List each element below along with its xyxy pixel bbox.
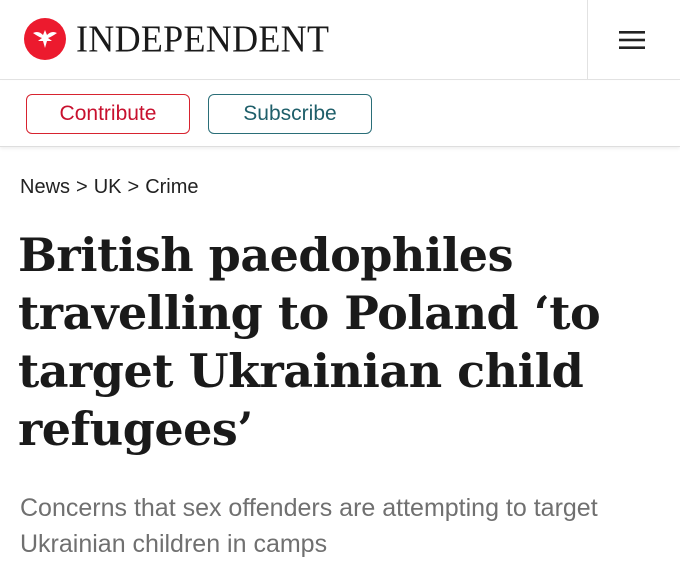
eagle-icon bbox=[24, 18, 66, 60]
site-logo[interactable]: INDEPENDENT bbox=[24, 17, 329, 61]
hamburger-menu-button[interactable] bbox=[610, 22, 654, 58]
site-header: INDEPENDENT bbox=[0, 0, 680, 80]
breadcrumb-separator: > bbox=[127, 176, 140, 198]
header-divider bbox=[587, 0, 588, 80]
article-standfirst: Concerns that sex offenders are attempti… bbox=[20, 494, 598, 558]
logo-wordmark: INDEPENDENT bbox=[76, 18, 330, 60]
breadcrumb: News > UK > Crime bbox=[20, 176, 199, 199]
breadcrumb-item-uk[interactable]: UK bbox=[94, 176, 122, 199]
breadcrumb-separator: > bbox=[76, 176, 88, 198]
breadcrumb-item-news[interactable]: News bbox=[20, 176, 70, 199]
action-bar: Contribute Subscribe bbox=[0, 81, 680, 147]
hamburger-menu-icon bbox=[619, 31, 645, 49]
article-headline: British paedophiles travelling to Poland… bbox=[18, 228, 601, 456]
breadcrumb-item-crime[interactable]: Crime bbox=[145, 176, 198, 199]
contribute-button[interactable]: Contribute bbox=[26, 94, 190, 134]
subscribe-button[interactable]: Subscribe bbox=[208, 94, 372, 134]
